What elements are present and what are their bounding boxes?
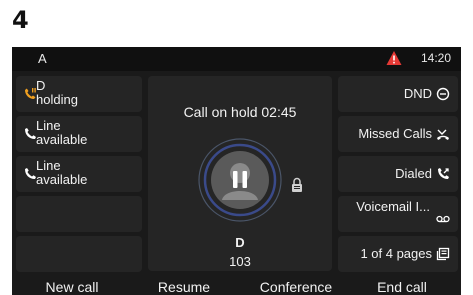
line-key-state: holding xyxy=(36,92,78,107)
line-key-name: D xyxy=(36,78,46,93)
feature-label: Missed Calls xyxy=(358,126,432,141)
dnd-button[interactable]: DND xyxy=(338,76,458,112)
line-key-4[interactable] xyxy=(16,196,142,232)
clock-time: 14:20 xyxy=(421,51,452,65)
caller-name: D xyxy=(235,235,245,250)
line-key-state: available xyxy=(36,132,88,147)
feature-label: DND xyxy=(403,86,432,101)
status-bar: A 14:20 xyxy=(12,47,461,71)
figure-number: 4 xyxy=(12,6,29,34)
line-key-name: Line xyxy=(36,118,61,133)
active-call-panel: Call on hold 02:45 D 103 xyxy=(148,76,332,271)
feature-label: 1 of 4 pages xyxy=(360,246,432,261)
missed-calls-icon xyxy=(437,129,449,140)
dnd-icon xyxy=(436,87,450,101)
feature-label: Dialed xyxy=(395,166,432,181)
new-call-softkey[interactable]: New call xyxy=(12,279,132,295)
phone-icon xyxy=(25,168,36,179)
page-indicator-button[interactable]: 1 of 4 pages xyxy=(338,236,458,272)
line-key-name: Line xyxy=(36,158,61,173)
account-label: A xyxy=(38,51,47,66)
contact-avatar-hold-icon[interactable] xyxy=(198,138,282,222)
missed-calls-button[interactable]: Missed Calls xyxy=(338,116,458,152)
resume-softkey[interactable]: Resume xyxy=(138,279,230,295)
warning-icon[interactable] xyxy=(386,50,402,66)
softkey-bar: New call Resume Conference End call xyxy=(12,277,461,295)
dialed-calls-button[interactable]: Dialed xyxy=(338,156,458,192)
call-status: Call on hold 02:45 xyxy=(183,104,297,120)
phone-hold-icon xyxy=(25,88,36,99)
line-key-1[interactable]: D holding xyxy=(16,76,142,112)
line-key-state: available xyxy=(36,172,88,187)
line-key-2[interactable]: Line available xyxy=(16,116,142,152)
line-key-5[interactable] xyxy=(16,236,142,272)
conference-softkey[interactable]: Conference xyxy=(248,279,344,295)
caller-number: 103 xyxy=(229,254,251,269)
feature-label: Voicemail I... xyxy=(356,199,430,214)
phone-icon xyxy=(25,128,36,139)
voicemail-button[interactable]: Voicemail I... xyxy=(338,196,458,232)
dialed-calls-icon xyxy=(438,168,449,179)
voicemail-icon xyxy=(436,215,450,223)
encrypted-lock-icon xyxy=(292,177,302,192)
line-key-3[interactable]: Line available xyxy=(16,156,142,192)
pages-icon xyxy=(436,247,450,261)
phone-screen: A 14:20 D holding Line available Line av… xyxy=(12,47,461,295)
end-call-softkey[interactable]: End call xyxy=(342,279,461,295)
